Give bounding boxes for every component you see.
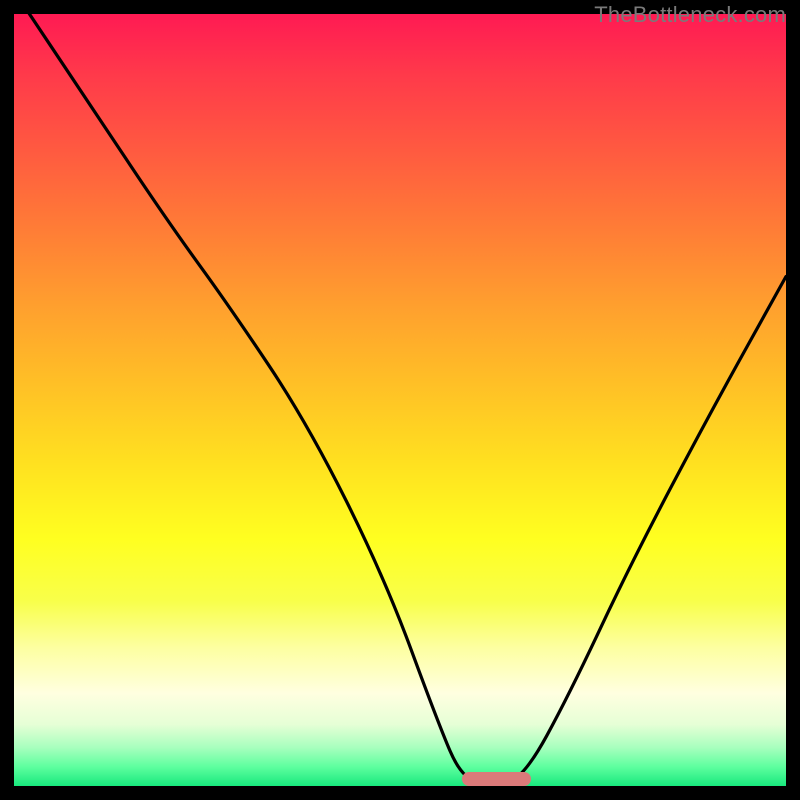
watermark-text: TheBottleneck.com (594, 2, 786, 28)
bottleneck-curve (14, 14, 786, 786)
optimum-marker (462, 772, 532, 786)
plot-area (14, 14, 786, 786)
chart-frame: TheBottleneck.com (0, 0, 800, 800)
